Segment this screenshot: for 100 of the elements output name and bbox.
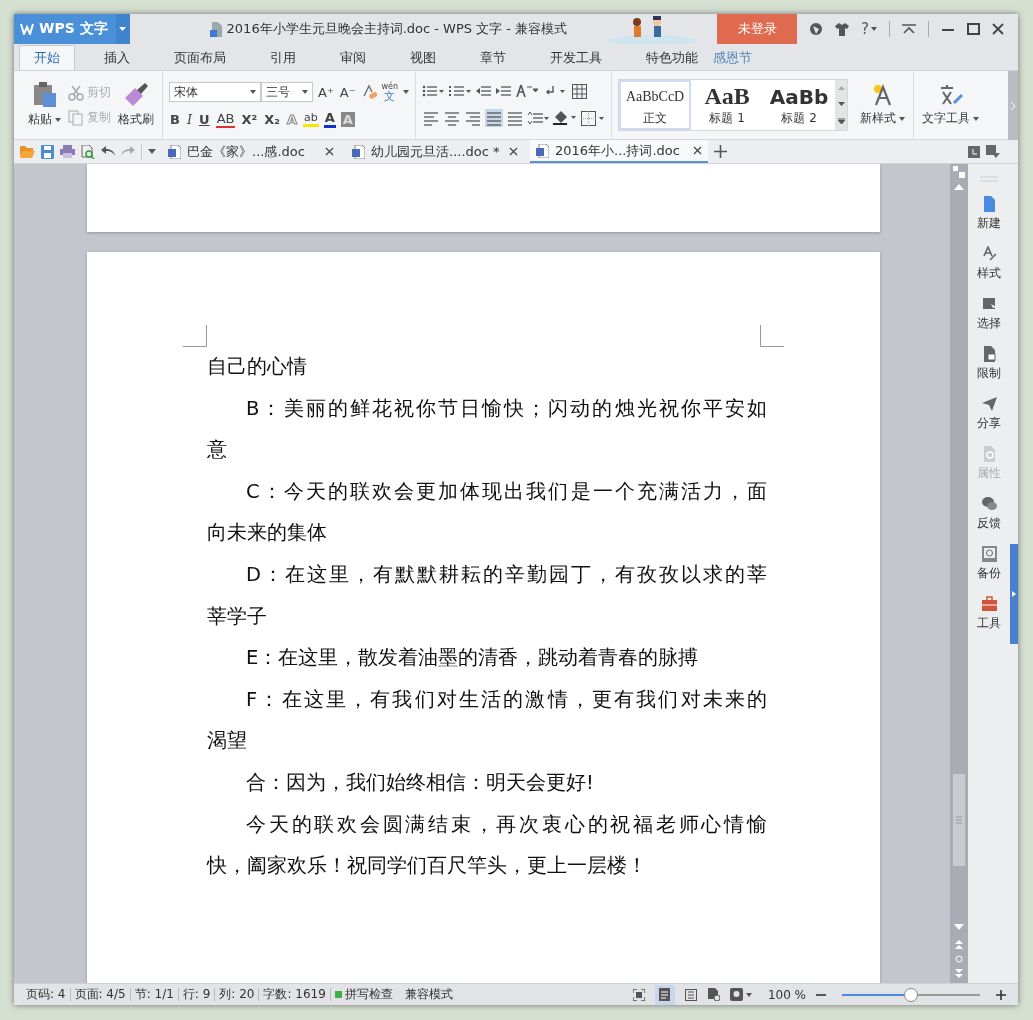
ribbon-tab[interactable]: 开发工具	[535, 45, 617, 70]
zoom-slider-thumb[interactable]	[904, 987, 918, 1002]
undo-icon[interactable]	[101, 146, 115, 157]
text-tools-button[interactable]: 文字工具	[920, 81, 982, 129]
scrollbar-thumb[interactable]	[953, 774, 965, 866]
reading-mode-icon[interactable]	[729, 988, 743, 1001]
ribbon-tab[interactable]: 页面布局	[159, 45, 241, 70]
zoom-in-icon[interactable]	[996, 989, 1006, 1000]
paste-button[interactable]: 粘贴	[26, 80, 63, 130]
borders-icon[interactable]	[581, 110, 606, 126]
scissors-icon	[68, 84, 84, 101]
side-panel-button[interactable]: 新建	[977, 196, 1001, 246]
side-panel-button[interactable]: 工具	[977, 596, 1001, 646]
ribbon-tab[interactable]: 插入	[89, 45, 145, 70]
fill-bucket-icon[interactable]	[552, 110, 579, 126]
grip-icon	[956, 816, 962, 824]
caret-icon[interactable]	[745, 992, 752, 997]
ribbon-tab[interactable]: 视图	[395, 45, 451, 70]
expand-gallery-icon[interactable]	[837, 118, 845, 124]
status-item: 页面: 4/5	[70, 988, 131, 1001]
document-tab[interactable]: 2016年小...持词.doc	[530, 140, 708, 163]
fullscreen-icon[interactable]	[632, 988, 645, 1001]
ribbon-tab[interactable]: 开始	[19, 45, 75, 70]
scroll-down-icon[interactable]	[837, 102, 845, 106]
status-item: 字数: 1619	[259, 988, 331, 1001]
web-view-icon[interactable]	[706, 988, 720, 1001]
font-format-button[interactable]: AB	[215, 110, 236, 128]
font-size-field[interactable]: 三号	[261, 82, 313, 102]
close-icon[interactable]	[509, 147, 518, 156]
side-panel-button[interactable]: 分享	[977, 396, 1001, 446]
align-button[interactable]	[464, 109, 483, 127]
zoom-level: 100 %	[767, 987, 806, 1002]
align-justify-icon	[486, 110, 503, 126]
printer-icon[interactable]	[60, 145, 75, 158]
spell-check-toggle[interactable]: 拼写检查	[330, 986, 405, 1003]
paintbrush-icon	[123, 82, 149, 108]
font-size-step-button[interactable]: A⁻	[338, 84, 357, 100]
paragraph-spacing-icon[interactable]	[527, 111, 550, 125]
close-icon[interactable]	[693, 146, 702, 155]
ribbon-tab[interactable]: 章节	[465, 45, 521, 70]
collapse-ribbon-icon[interactable]	[902, 24, 916, 34]
align-button[interactable]	[422, 109, 441, 127]
document-icon	[168, 144, 181, 159]
font-format-button[interactable]: U	[198, 111, 211, 127]
font-format-button[interactable]: I	[185, 111, 194, 127]
font-format-button[interactable]: B	[169, 111, 181, 127]
side-panel-button[interactable]: 样式	[977, 246, 1001, 296]
format-painter-button[interactable]: 格式刷	[116, 80, 156, 130]
maximize-icon[interactable]	[967, 23, 980, 35]
phonetic-guide-button[interactable]: wén 文	[380, 82, 400, 102]
body-paragraph: C：今天的联欢会更加体现出我们是一个充满活力，面 向未来的集体	[207, 478, 767, 547]
outline-view-icon[interactable]	[684, 988, 697, 1001]
new-style-button[interactable]: 新样式	[858, 81, 908, 129]
caret-icon	[55, 117, 61, 122]
shirt-icon[interactable]	[835, 22, 850, 36]
style-preset[interactable]: AaBbCcD 正文	[619, 80, 692, 130]
clear-format-icon[interactable]	[360, 84, 377, 100]
bullet-list-icon[interactable]	[422, 84, 445, 98]
ribbon-tab[interactable]: 特色功能	[631, 45, 713, 70]
save-icon[interactable]	[41, 144, 54, 159]
panel-menu-icon[interactable]	[986, 145, 1000, 158]
font-format-button[interactable]: X²	[240, 111, 259, 127]
document-icon	[536, 143, 549, 158]
body-paragraph: 今天的联欢会圆满结束，再次衷心的祝福老师心情愉 快，阖家欢乐！祝同学们百尺竿头，更上一层楼！	[207, 811, 767, 880]
status-item: 列: 20	[215, 988, 260, 1001]
help-button[interactable]: ?	[861, 20, 877, 38]
font-format-button[interactable]: X₂	[263, 111, 281, 127]
align-button[interactable]	[485, 109, 504, 127]
caret-icon[interactable]	[403, 90, 410, 94]
plus-icon[interactable]	[714, 145, 727, 158]
side-panel-button[interactable]: 备份	[977, 546, 1001, 596]
indent-icon[interactable]	[496, 84, 512, 98]
side-panel-button[interactable]: 限制	[977, 346, 1001, 396]
line-spacing-icon[interactable]	[516, 83, 541, 99]
status-item: 页码: 4	[22, 988, 71, 1001]
align-button[interactable]	[506, 109, 525, 127]
ribbon-tab[interactable]: 审阅	[325, 45, 381, 70]
page-view-icon[interactable]	[659, 988, 671, 1001]
font-name-field[interactable]: 宋体	[169, 82, 261, 102]
close-icon[interactable]	[992, 23, 1004, 35]
clock-icon[interactable]	[968, 145, 980, 158]
align-button[interactable]	[443, 109, 462, 127]
status-item: 节: 1/1	[130, 988, 179, 1001]
side-panel-button[interactable]: 选择	[977, 296, 1001, 346]
body-paragraph: E：在这里，散发着油墨的清香，跳动着青春的脉搏	[245, 645, 700, 672]
ribbon-tab[interactable]: 引用	[255, 45, 311, 70]
print-preview-icon[interactable]	[81, 144, 95, 159]
dropdown-icon[interactable]	[148, 149, 156, 154]
vertical-scrollbar[interactable]	[950, 164, 968, 983]
font-size-step-button[interactable]: A⁺	[317, 84, 335, 100]
close-icon[interactable]	[325, 147, 334, 156]
table-icon[interactable]	[572, 83, 588, 99]
font-effect-button[interactable]: ab	[302, 111, 319, 127]
document-tab[interactable]: 幼儿园元旦活....doc *	[346, 140, 524, 163]
document-tab[interactable]: 巴金《家》...感.doc	[162, 140, 340, 163]
numbered-list-icon[interactable]	[449, 84, 472, 98]
font-effect-button[interactable]: A	[323, 110, 336, 128]
outdent-icon[interactable]	[476, 84, 492, 98]
side-panel-button[interactable]: 反馈	[977, 496, 1001, 546]
clipboard-icon	[32, 82, 57, 108]
